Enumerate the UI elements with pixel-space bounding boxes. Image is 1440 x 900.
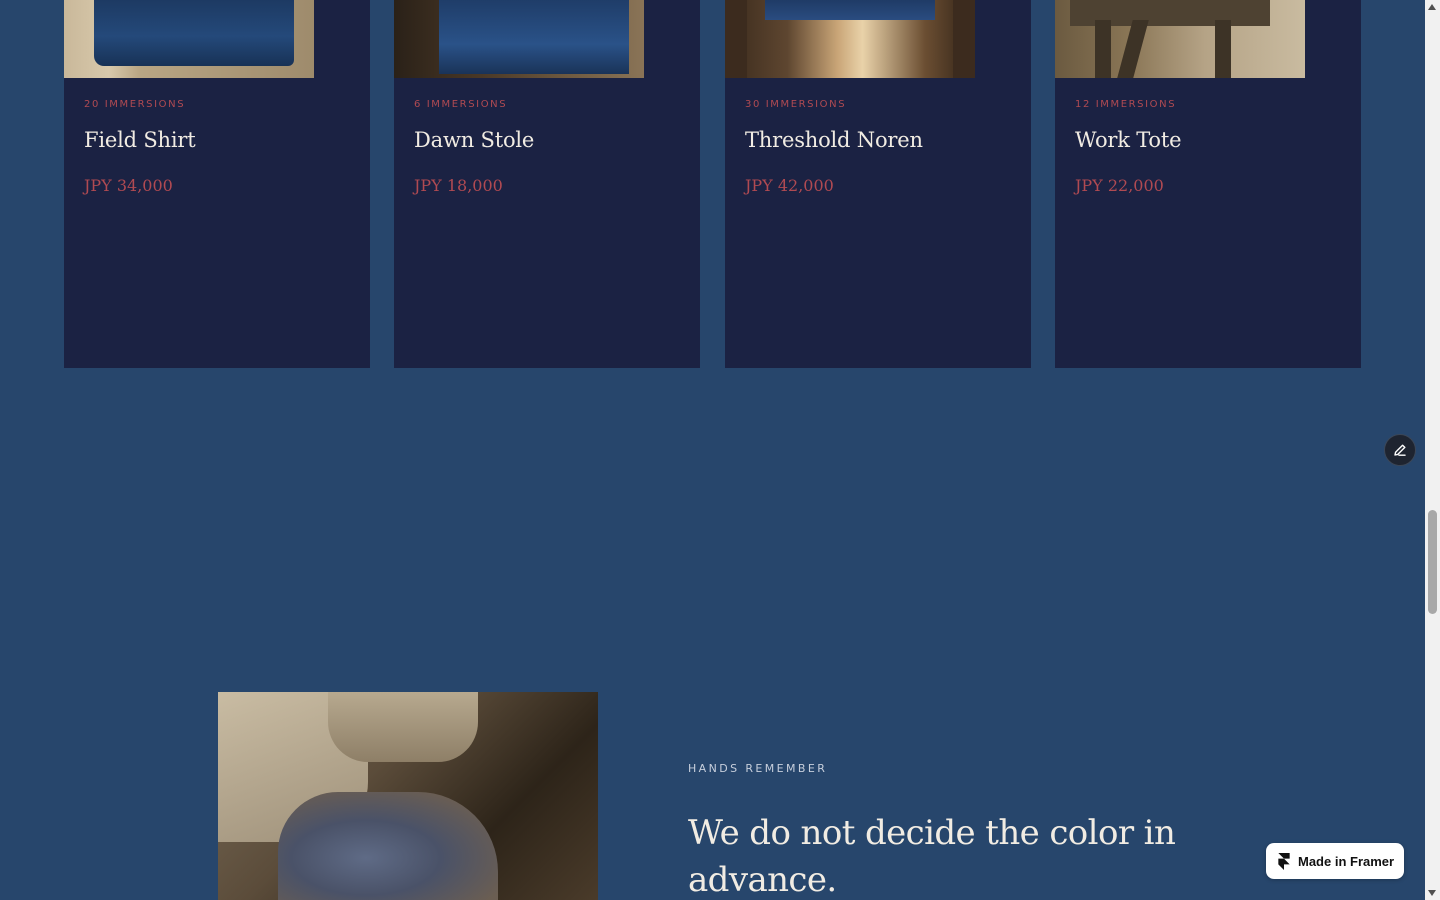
product-name[interactable]: Field Shirt: [84, 128, 196, 152]
product-price: JPY 22,000: [1075, 176, 1164, 195]
section-kicker: HANDS REMEMBER: [688, 762, 828, 775]
product-name[interactable]: Work Tote: [1075, 128, 1182, 152]
hands-photo: [218, 692, 598, 900]
product-name[interactable]: Dawn Stole: [414, 128, 534, 152]
made-in-framer-badge[interactable]: Made in Framer: [1266, 843, 1404, 879]
product-card-dawn-stole[interactable]: 6 IMMERSIONS Dawn Stole JPY 18,000: [394, 0, 700, 368]
immersions-count: 30 IMMERSIONS: [745, 99, 847, 110]
edit-button[interactable]: [1384, 434, 1416, 466]
pencil-icon: [1394, 444, 1406, 456]
badge-label: Made in Framer: [1298, 853, 1395, 869]
product-image[interactable]: [394, 0, 644, 78]
scroll-up-icon[interactable]: [1428, 4, 1436, 10]
immersions-count: 6 IMMERSIONS: [414, 99, 508, 110]
product-image[interactable]: [725, 0, 975, 78]
product-card-field-shirt[interactable]: 20 IMMERSIONS Field Shirt JPY 34,000: [64, 0, 370, 368]
section-headline: We do not decide the color in advance.: [688, 813, 1176, 900]
scroll-down-icon[interactable]: [1428, 890, 1436, 896]
scrollbar-thumb[interactable]: [1428, 510, 1437, 614]
scrollbar[interactable]: [1425, 0, 1440, 900]
immersions-count: 12 IMMERSIONS: [1075, 99, 1177, 110]
product-image[interactable]: [64, 0, 314, 78]
page: 20 IMMERSIONS Field Shirt JPY 34,000 6 I…: [0, 0, 1425, 900]
product-price: JPY 18,000: [414, 176, 503, 195]
product-price: JPY 42,000: [745, 176, 834, 195]
product-card-threshold-noren[interactable]: 30 IMMERSIONS Threshold Noren JPY 42,000: [725, 0, 1031, 368]
immersions-count: 20 IMMERSIONS: [84, 99, 186, 110]
product-image[interactable]: [1055, 0, 1305, 78]
product-price: JPY 34,000: [84, 176, 173, 195]
product-name[interactable]: Threshold Noren: [745, 128, 923, 152]
framer-logo-icon: [1278, 852, 1290, 870]
product-card-work-tote[interactable]: 12 IMMERSIONS Work Tote JPY 22,000: [1055, 0, 1361, 368]
